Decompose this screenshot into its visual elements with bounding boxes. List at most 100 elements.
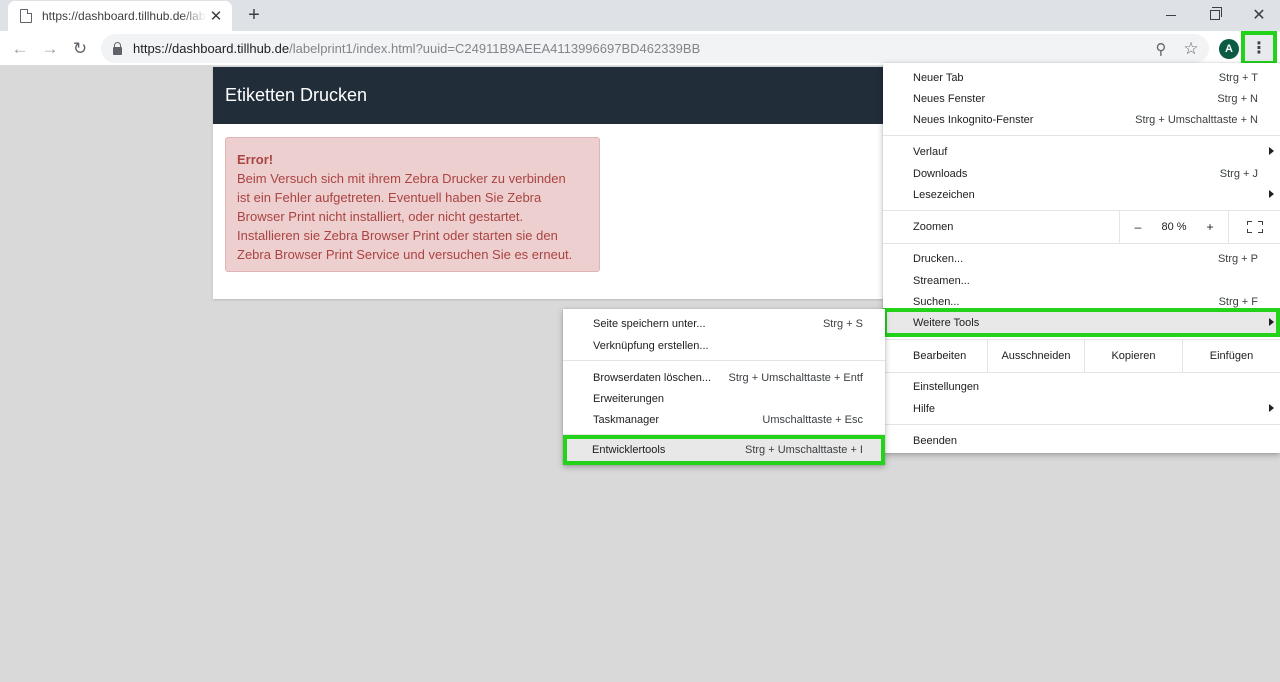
zoom-control: – 80 % +: [1119, 211, 1280, 243]
menu-item-label: Lesezeichen: [913, 188, 975, 201]
menu-item-label: Taskmanager: [593, 413, 660, 426]
menu-item-label: Downloads: [913, 167, 968, 180]
tab-title: https://dashboard.tillhub.de/labelprint1…: [42, 9, 206, 23]
menu-item-shortcut: Strg + Umschalttaste + N: [1135, 113, 1258, 126]
page-icon: [20, 9, 32, 23]
restore-icon: [1210, 7, 1222, 20]
menu-item-shortcut: Strg + Umschalttaste + Entf: [728, 371, 863, 384]
zoom-out-button[interactable]: –: [1120, 220, 1156, 234]
page-title: Etiketten Drucken: [213, 67, 893, 124]
menu-item-settings[interactable]: Einstellungen: [883, 376, 1280, 397]
paste-button[interactable]: Einfügen: [1182, 340, 1280, 372]
menu-item-label: Weitere Tools: [913, 316, 980, 329]
menu-item-label: Hilfe: [913, 402, 936, 415]
menu-item-label: Neuer Tab: [913, 71, 964, 84]
menu-item-shortcut: Strg + P: [1217, 252, 1258, 265]
zoom-in-button[interactable]: +: [1192, 220, 1228, 234]
menu-item-shortcut: Umschalttaste + Esc: [762, 413, 863, 426]
fullscreen-button[interactable]: [1228, 211, 1280, 243]
alert-line: Zebra Browser Print Service und versuche…: [237, 247, 573, 262]
submenu-item-extensions[interactable]: Erweiterungen: [563, 388, 885, 409]
alert-title: Error!: [237, 152, 274, 167]
browser-main-menu: Neuer Tab Strg + T Neues Fenster Strg + …: [883, 63, 1280, 453]
profile-avatar[interactable]: A: [1219, 39, 1239, 59]
menu-item-label: Neues Inkognito-Fenster: [913, 113, 1034, 126]
menu-item-new-tab[interactable]: Neuer Tab Strg + T: [883, 67, 1280, 88]
browser-tab[interactable]: https://dashboard.tillhub.de/labelprint1…: [8, 1, 232, 31]
menu-item-label: Beenden: [913, 434, 958, 447]
url-text[interactable]: https://dashboard.tillhub.de/labelprint1…: [133, 41, 700, 56]
menu-item-incognito[interactable]: Neues Inkognito-Fenster Strg + Umschaltt…: [883, 109, 1280, 130]
alert-line: Browser Print nicht installiert, oder ni…: [237, 209, 524, 224]
menu-zoom-row: Zoomen – 80 % +: [883, 211, 1280, 243]
bookmark-star-icon[interactable]: ☆: [1180, 38, 1202, 60]
back-button[interactable]: ←: [7, 36, 33, 62]
menu-item-label: Entwicklertools: [592, 444, 666, 456]
menu-item-label: Suchen...: [913, 295, 960, 308]
error-alert: Error! Beim Versuch sich mit ihrem Zebra…: [225, 137, 600, 272]
menu-item-shortcut: Strg + F: [1218, 295, 1258, 308]
menu-item-label: Streamen...: [913, 274, 970, 287]
fullscreen-icon: [1246, 221, 1263, 233]
menu-item-label: Erweiterungen: [593, 392, 664, 405]
copy-button[interactable]: Kopieren: [1084, 340, 1182, 372]
submenu-arrow-icon: [1269, 190, 1274, 198]
browser-menu-button[interactable]: ⋮: [1241, 31, 1277, 65]
menu-item-shortcut: Strg + J: [1219, 167, 1258, 180]
menu-item-print[interactable]: Drucken... Strg + P: [883, 248, 1280, 269]
menu-item-downloads[interactable]: Downloads Strg + J: [883, 163, 1280, 184]
alert-line: Beim Versuch sich mit ihrem Zebra Drucke…: [237, 171, 566, 186]
menu-item-label: Browserdaten löschen...: [593, 371, 712, 384]
new-tab-button[interactable]: +: [244, 4, 264, 27]
reload-button[interactable]: ↻: [67, 36, 93, 62]
menu-item-label: Verknüpfung erstellen...: [593, 339, 709, 352]
menu-item-more-tools[interactable]: Weitere Tools: [883, 308, 1280, 337]
lock-icon[interactable]: [113, 41, 122, 55]
menu-item-label: Drucken...: [913, 252, 964, 265]
forward-button[interactable]: →: [37, 36, 63, 62]
submenu-item-create-shortcut[interactable]: Verknüpfung erstellen...: [563, 335, 885, 356]
menu-item-shortcut: Strg + N: [1217, 92, 1258, 105]
menu-item-help[interactable]: Hilfe: [883, 398, 1280, 419]
content-card: Etiketten Drucken Error! Beim Versuch si…: [213, 67, 893, 299]
submenu-item-clear-data[interactable]: Browserdaten löschen... Strg + Umschaltt…: [563, 367, 885, 388]
address-bar[interactable]: https://dashboard.tillhub.de/labelprint1…: [101, 34, 1209, 63]
submenu-arrow-icon: [1269, 318, 1274, 326]
more-tools-submenu: Seite speichern unter... Strg + S Verknü…: [563, 309, 885, 465]
alert-line: ist ein Fehler aufgetreten. Eventuell ha…: [237, 190, 542, 205]
minimize-button[interactable]: [1148, 0, 1194, 30]
menu-separator: [883, 135, 1280, 136]
tab-strip: https://dashboard.tillhub.de/labelprint1…: [0, 0, 1280, 31]
submenu-arrow-icon: [1269, 404, 1274, 412]
menu-separator: [883, 372, 1280, 373]
alert-line: Installieren sie Zebra Browser Print ode…: [237, 228, 558, 243]
edit-label: Bearbeiten: [913, 350, 967, 362]
zoom-level: 80 %: [1161, 221, 1187, 233]
window-close-button[interactable]: ✕: [1236, 0, 1280, 30]
url-host: https://dashboard.tillhub.de: [133, 41, 290, 56]
menu-item-cast[interactable]: Streamen...: [883, 270, 1280, 291]
menu-item-exit[interactable]: Beenden: [883, 430, 1280, 451]
browser-toolbar: ← → ↻ https://dashboard.tillhub.de/label…: [0, 31, 1280, 66]
menu-item-label: Seite speichern unter...: [593, 317, 706, 330]
zoom-label: Zoomen: [913, 221, 954, 233]
menu-item-shortcut: Strg + T: [1218, 71, 1258, 84]
submenu-item-save-page[interactable]: Seite speichern unter... Strg + S: [563, 313, 885, 334]
menu-item-label: Einstellungen: [913, 380, 980, 393]
menu-item-history[interactable]: Verlauf: [883, 141, 1280, 162]
menu-item-bookmarks[interactable]: Lesezeichen: [883, 184, 1280, 205]
tab-close-icon[interactable]: ✕: [208, 7, 224, 25]
menu-item-new-window[interactable]: Neues Fenster Strg + N: [883, 88, 1280, 109]
menu-item-label: Verlauf: [913, 145, 948, 158]
submenu-item-devtools[interactable]: Entwicklertools Strg + Umschalttaste + I: [563, 435, 885, 465]
zoom-icon[interactable]: ⚲: [1150, 38, 1172, 60]
restore-button[interactable]: [1192, 0, 1238, 30]
menu-item-label: Neues Fenster: [913, 92, 986, 105]
menu-separator: [883, 424, 1280, 425]
cut-button[interactable]: Ausschneiden: [987, 340, 1084, 372]
menu-edit-row: Bearbeiten Ausschneiden Kopieren Einfüge…: [883, 340, 1280, 372]
submenu-item-task-manager[interactable]: Taskmanager Umschalttaste + Esc: [563, 409, 885, 430]
menu-separator: [883, 243, 1280, 244]
menu-item-shortcut: Strg + S: [822, 317, 863, 330]
url-path: /labelprint1/index.html?uuid=C24911B9AEE…: [289, 41, 701, 56]
